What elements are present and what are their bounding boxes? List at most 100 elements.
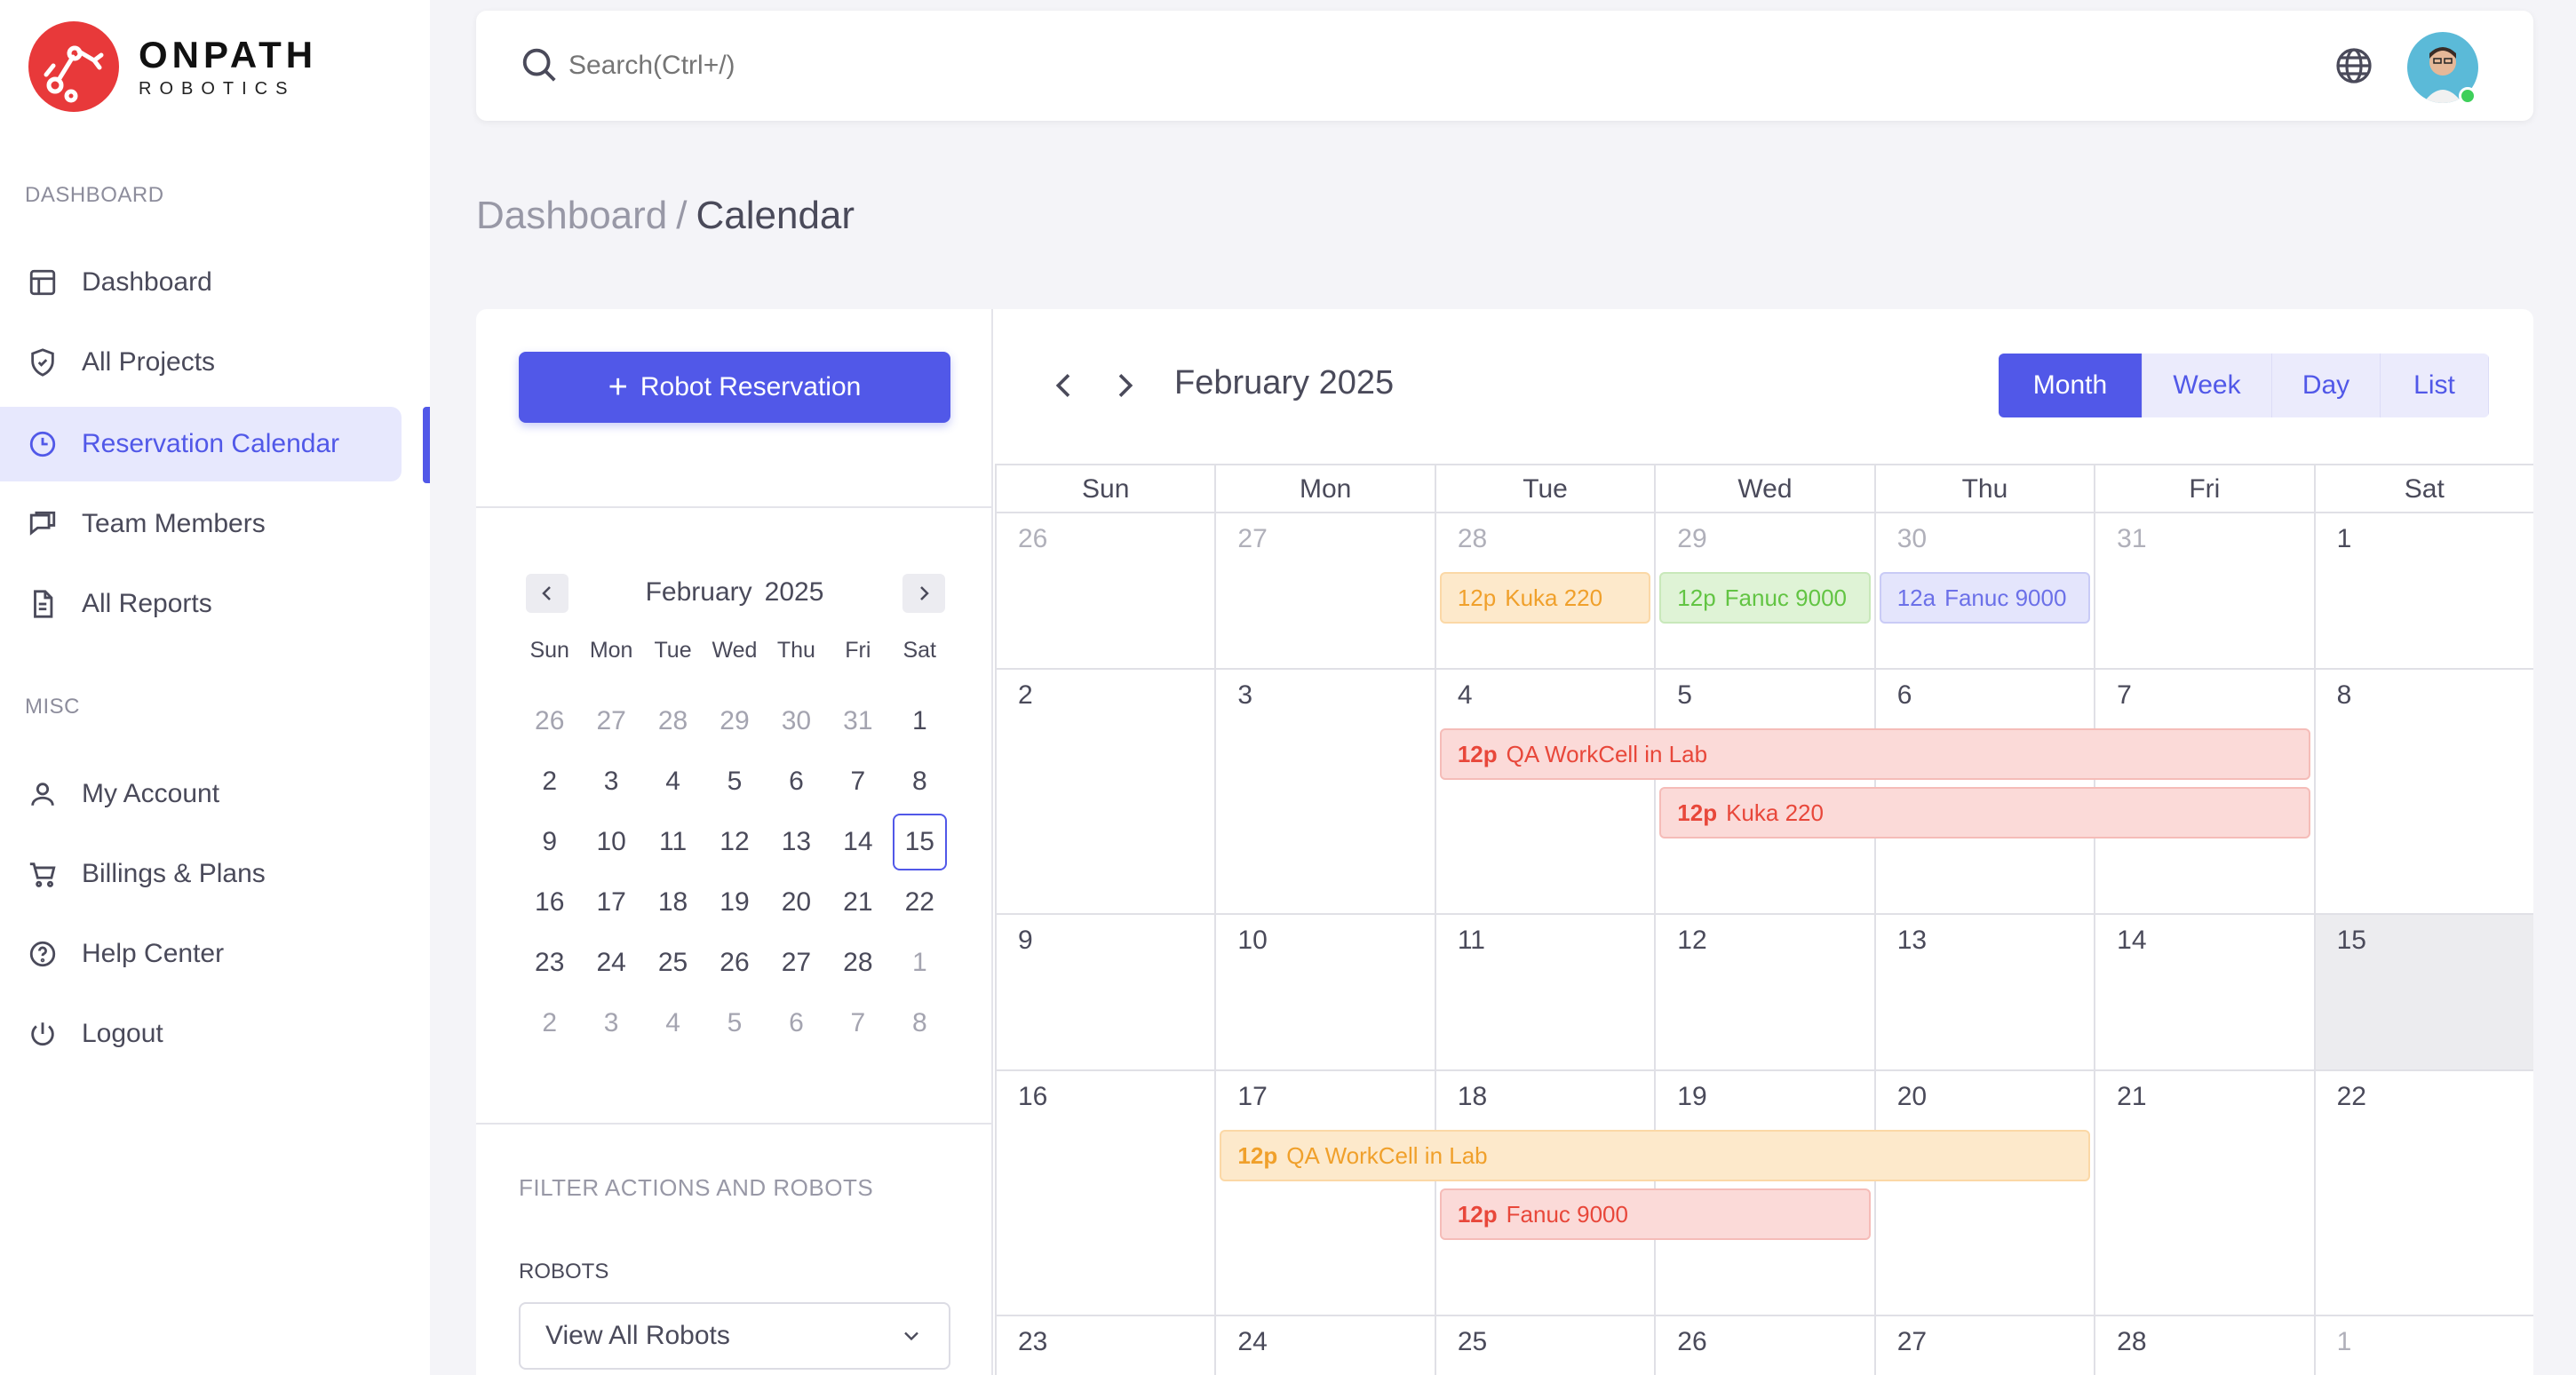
mini-day[interactable]: 12 [704, 812, 765, 872]
mini-day[interactable]: 5 [704, 751, 765, 812]
sidebar-item-reservation-calendar[interactable]: Reservation Calendar [0, 407, 402, 481]
mini-day[interactable]: 27 [766, 933, 827, 993]
mini-day[interactable]: 16 [519, 872, 580, 933]
brand-logo[interactable]: ONPATH ROBOTICS [28, 21, 317, 112]
mini-day[interactable]: 23 [519, 933, 580, 993]
mini-day[interactable]: 5 [704, 993, 765, 1053]
calendar-event[interactable]: 12p Fanuc 9000 [1659, 572, 1871, 624]
mini-day[interactable]: 7 [827, 993, 888, 1053]
globe-icon[interactable] [2333, 44, 2375, 87]
mini-day[interactable]: 8 [889, 993, 950, 1053]
search-icon[interactable] [519, 44, 560, 85]
mini-day[interactable]: 19 [704, 872, 765, 933]
mini-day[interactable]: 3 [580, 993, 641, 1053]
view-month-button[interactable]: Month [1999, 354, 2143, 417]
sidebar-item-all-projects[interactable]: All Projects [0, 325, 402, 400]
sidebar-item-my-account[interactable]: My Account [0, 757, 402, 831]
day-cell[interactable]: 27 [1873, 1316, 2094, 1375]
mini-day[interactable]: 7 [827, 751, 888, 812]
day-cell[interactable]: 27 [1214, 513, 1435, 670]
day-cell[interactable]: 1 [2313, 513, 2533, 670]
mini-day-today[interactable]: 15 [892, 814, 947, 870]
breadcrumb-dashboard[interactable]: Dashboard [476, 194, 667, 237]
mini-day[interactable]: 31 [827, 691, 888, 751]
robots-select[interactable]: View All Robots [519, 1302, 950, 1370]
mini-day[interactable]: 20 [766, 872, 827, 933]
mini-day[interactable]: 2 [519, 751, 580, 812]
sidebar-item-team-members[interactable]: Team Members [0, 487, 402, 561]
day-cell[interactable]: 8 [2313, 670, 2533, 915]
mini-day[interactable]: 4 [642, 993, 704, 1053]
mini-day[interactable]: 29 [704, 691, 765, 751]
day-cell[interactable]: 22 [2313, 1071, 2533, 1316]
mini-next-month-button[interactable] [902, 574, 945, 613]
robot-reservation-button[interactable]: + Robot Reservation [519, 352, 950, 423]
day-cell[interactable]: 20 [1873, 1071, 2095, 1316]
day-cell[interactable]: 21 [2094, 1071, 2314, 1316]
mini-day[interactable]: 9 [519, 812, 580, 872]
calendar-event[interactable]: 12p QA WorkCell in Lab [1220, 1130, 2091, 1181]
calendar-event[interactable]: 12p Kuka 220 [1659, 787, 2310, 839]
mini-day[interactable]: 2 [519, 993, 580, 1053]
calendar-event[interactable]: 12p QA WorkCell in Lab [1439, 728, 2310, 780]
day-cell[interactable]: 13 [1873, 915, 2095, 1071]
calendar-event[interactable]: 12p Fanuc 9000 [1439, 1188, 1871, 1240]
day-cell[interactable]: 11 [1434, 915, 1655, 1071]
mini-day[interactable]: 14 [827, 812, 888, 872]
day-cell[interactable]: 9 [995, 915, 1215, 1071]
mini-day[interactable]: 26 [519, 691, 580, 751]
mini-day[interactable]: 25 [642, 933, 704, 993]
mini-day[interactable]: 13 [766, 812, 827, 872]
mini-day[interactable]: 27 [580, 691, 641, 751]
day-cell[interactable]: 10 [1214, 915, 1435, 1071]
mini-day[interactable]: 17 [580, 872, 641, 933]
mini-day[interactable]: 28 [642, 691, 704, 751]
mini-day[interactable]: 11 [642, 812, 704, 872]
mini-day[interactable]: 28 [827, 933, 888, 993]
day-cell[interactable]: 2 [995, 670, 1215, 915]
mini-day[interactable]: 6 [766, 993, 827, 1053]
mini-day[interactable]: 6 [766, 751, 827, 812]
mini-day[interactable]: 24 [580, 933, 641, 993]
mini-day[interactable]: 30 [766, 691, 827, 751]
mini-day[interactable]: 10 [580, 812, 641, 872]
mini-day[interactable]: 26 [704, 933, 765, 993]
day-cell[interactable]: 3 [1214, 670, 1435, 915]
mini-day[interactable]: 1 [889, 691, 950, 751]
view-week-button[interactable]: Week [2143, 354, 2272, 417]
view-day-button[interactable]: Day [2272, 354, 2381, 417]
day-cell[interactable]: 28 [2094, 1316, 2313, 1375]
day-cell[interactable]: 12 [1654, 915, 1874, 1071]
search-input[interactable] [568, 46, 1279, 85]
mini-weekday-label: Sun [529, 638, 569, 663]
next-month-button[interactable] [1107, 368, 1142, 403]
mini-day[interactable]: 8 [889, 751, 950, 812]
calendar-event[interactable]: 12p Kuka 220 [1439, 572, 1651, 624]
mini-day[interactable]: 4 [642, 751, 704, 812]
day-cell[interactable]: 25 [1434, 1316, 1654, 1375]
mini-day[interactable]: 22 [889, 872, 950, 933]
day-cell[interactable]: 16 [995, 1071, 1215, 1316]
mini-day[interactable]: 18 [642, 872, 704, 933]
day-cell[interactable]: 26 [995, 513, 1215, 670]
day-cell[interactable]: 26 [1654, 1316, 1873, 1375]
sidebar-item-all-reports[interactable]: All Reports [0, 567, 402, 641]
day-cell[interactable]: 4 [1434, 670, 1655, 915]
day-cell[interactable]: 31 [2094, 513, 2314, 670]
day-cell[interactable]: 14 [2094, 915, 2314, 1071]
sidebar-item-dashboard[interactable]: Dashboard [0, 245, 402, 320]
prev-month-button[interactable] [1046, 368, 1082, 403]
mini-day[interactable]: 21 [827, 872, 888, 933]
day-cell[interactable]: 24 [1214, 1316, 1434, 1375]
day-cell[interactable]: 17 [1214, 1071, 1435, 1316]
calendar-event[interactable]: 12a Fanuc 9000 [1879, 572, 2091, 624]
mini-day[interactable]: 1 [889, 933, 950, 993]
sidebar-item-logout[interactable]: Logout [0, 997, 402, 1071]
day-cell[interactable]: 15 [2313, 915, 2533, 1071]
mini-day[interactable]: 3 [580, 751, 641, 812]
sidebar-item-help-center[interactable]: Help Center [0, 917, 402, 991]
sidebar-item-billings-plans[interactable]: Billings & Plans [0, 837, 402, 911]
view-list-button[interactable]: List [2381, 354, 2489, 417]
day-cell[interactable]: 23 [995, 1316, 1214, 1375]
day-cell[interactable]: 1 [2313, 1316, 2533, 1375]
